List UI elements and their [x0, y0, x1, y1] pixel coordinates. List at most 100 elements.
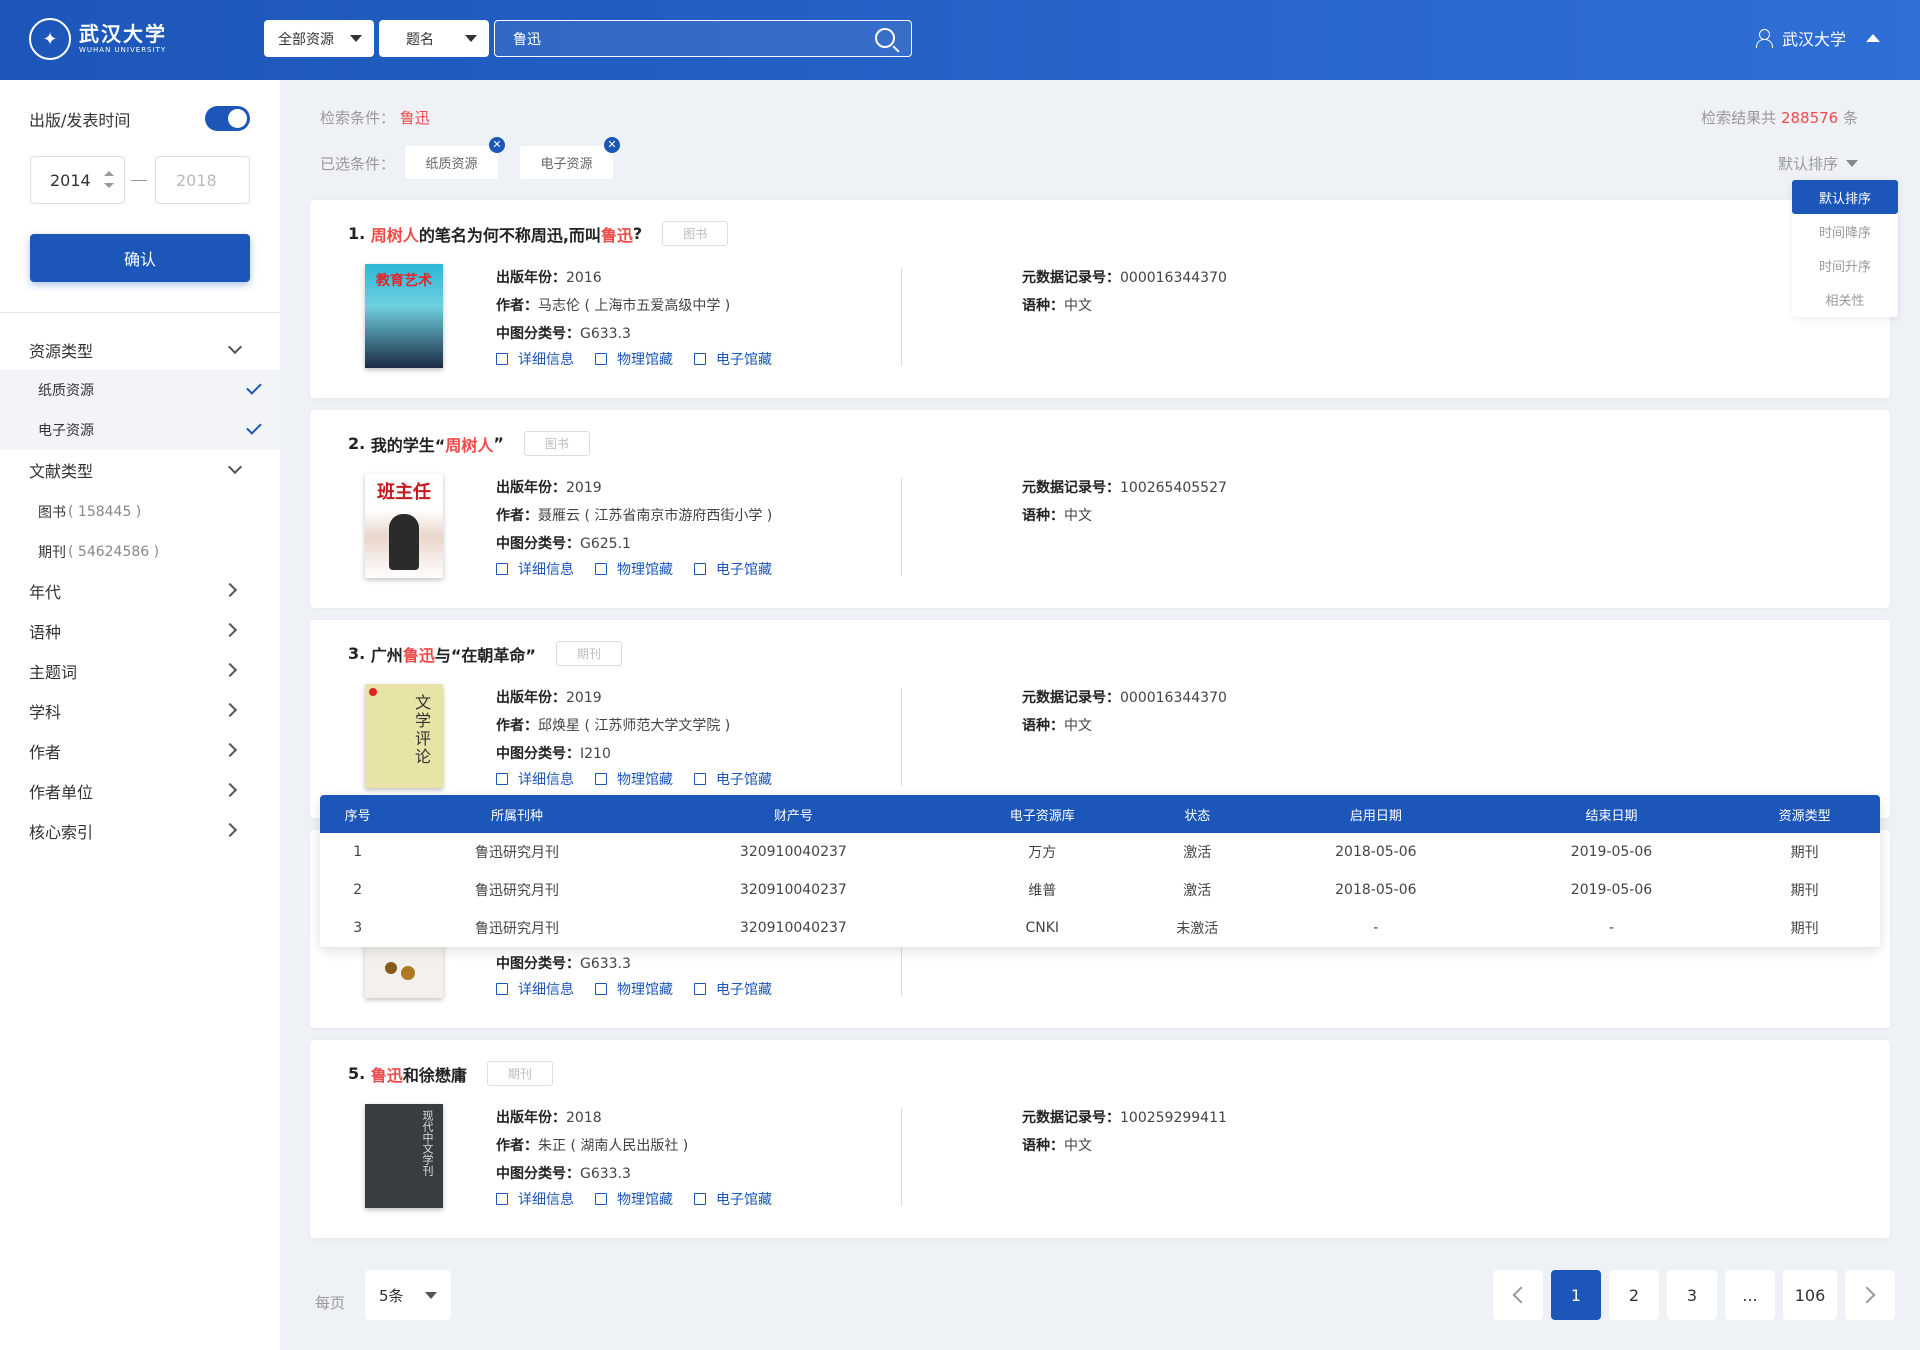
- facet-item-paper[interactable]: 纸质资源: [0, 370, 280, 410]
- clc-value: G633.3: [580, 1166, 631, 1182]
- result-card: 5. 鲁迅 和徐懋庸 期刊 现代中文学刊 出版年份：2018 作者：朱正 ( 湖南…: [310, 1040, 1890, 1238]
- electronic-holdings-link[interactable]: 电子馆藏: [694, 769, 772, 789]
- university-logo[interactable]: ✦ 武汉大学 WUHAN UNIVERSITY: [29, 18, 167, 60]
- facet-item-book[interactable]: 图书 ( 158445 ): [0, 492, 280, 532]
- facet-item-journal[interactable]: 期刊 ( 54624586 ): [0, 532, 280, 572]
- book-cover[interactable]: 文学评论: [365, 684, 443, 788]
- prev-page-button[interactable]: [1493, 1270, 1543, 1320]
- record-label: 元数据记录号：: [1022, 480, 1120, 496]
- holdings-popup: 序号 所属刊种 财产号 电子资源库 状态 启用日期 结束日期 资源类型 1 鲁迅…: [320, 795, 1880, 947]
- page-button[interactable]: 2: [1609, 1270, 1659, 1320]
- facet-language[interactable]: 语种: [0, 611, 280, 651]
- page-button[interactable]: 106: [1783, 1270, 1837, 1320]
- year-to-input[interactable]: 2018: [155, 156, 250, 204]
- document-icon: [496, 773, 508, 785]
- user-menu[interactable]: 武汉大学: [1755, 26, 1880, 50]
- table-row[interactable]: 2 鲁迅研究月刊 320910040237 维普 激活 2018-05-06 2…: [320, 871, 1880, 909]
- spinner-icon[interactable]: [104, 169, 114, 193]
- sort-option-relevance[interactable]: 相关性: [1792, 282, 1898, 316]
- physical-holdings-link[interactable]: 物理馆藏: [595, 769, 673, 789]
- facet-core-index[interactable]: 核心索引: [0, 811, 280, 851]
- sort-option-time-asc[interactable]: 时间升序: [1792, 248, 1898, 282]
- logo-title: 武汉大学: [79, 22, 167, 47]
- facet-label: 资源类型: [29, 342, 94, 361]
- close-icon[interactable]: ✕: [489, 137, 505, 153]
- selected-label: 已选条件：: [320, 155, 396, 173]
- year-from-input[interactable]: 2014: [30, 156, 125, 204]
- result-number: 5.: [348, 1064, 366, 1083]
- detail-link[interactable]: 详细信息: [496, 559, 574, 579]
- close-icon[interactable]: ✕: [604, 137, 620, 153]
- detail-link[interactable]: 详细信息: [496, 769, 574, 789]
- facet-label: 主题词: [29, 663, 78, 682]
- chevron-down-icon: [227, 339, 243, 355]
- electronic-holdings-link[interactable]: 电子馆藏: [694, 979, 772, 999]
- search-input[interactable]: 鲁迅: [494, 20, 912, 57]
- sort-option-default[interactable]: 默认排序: [1792, 180, 1898, 214]
- detail-link[interactable]: 详细信息: [496, 979, 574, 999]
- electronic-holdings-link[interactable]: 电子馆藏: [694, 559, 772, 579]
- scope-select[interactable]: 全部资源: [264, 20, 374, 57]
- clc-label: 中图分类号：: [496, 1166, 580, 1182]
- per-page-select[interactable]: 5条: [365, 1270, 451, 1320]
- page-button[interactable]: 3: [1667, 1270, 1717, 1320]
- next-page-button[interactable]: [1845, 1270, 1895, 1320]
- table-cell: -: [1608, 920, 1614, 936]
- lang-label: 语种：: [1022, 298, 1064, 314]
- facet-discipline[interactable]: 学科: [0, 691, 280, 731]
- table-row[interactable]: 1 鲁迅研究月刊 320910040237 万方 激活 2018-05-06 2…: [320, 833, 1880, 871]
- facet-affiliation[interactable]: 作者单位: [0, 771, 280, 811]
- search-icon[interactable]: [875, 28, 895, 48]
- search-criteria: 检索条件： 鲁迅: [320, 107, 430, 128]
- total-count: 288576: [1780, 109, 1839, 127]
- date-filter-toggle[interactable]: [205, 106, 250, 131]
- sort-dropdown[interactable]: 默认排序: [1778, 153, 1858, 174]
- title-text: 与“在朝革命”: [434, 645, 536, 665]
- table-cell: 3: [353, 920, 363, 936]
- chevron-right-icon: [222, 622, 238, 638]
- table-row[interactable]: 3 鲁迅研究月刊 320910040237 CNKI 未激活 - - 期刊: [320, 909, 1880, 947]
- page-ellipsis[interactable]: ...: [1725, 1270, 1775, 1320]
- column-header: 序号: [320, 795, 396, 833]
- physical-holdings-link[interactable]: 物理馆藏: [595, 559, 673, 579]
- confirm-button[interactable]: 确认: [30, 234, 250, 282]
- electronic-holdings-link[interactable]: 电子馆藏: [694, 349, 772, 369]
- facet-label: 学科: [29, 703, 62, 722]
- result-title[interactable]: 2. 我的学生“ 周树人” 图书: [348, 431, 590, 456]
- facet-doc-type[interactable]: 文献类型: [0, 450, 280, 490]
- detail-link[interactable]: 详细信息: [496, 1189, 574, 1209]
- table-cell: 未激活: [1176, 921, 1219, 937]
- per-page-value: 5条: [379, 1286, 404, 1305]
- table-cell: 2: [353, 882, 363, 898]
- book-cover[interactable]: 教育艺术: [365, 264, 443, 368]
- facet-era[interactable]: 年代: [0, 571, 280, 611]
- facet-author[interactable]: 作者: [0, 731, 280, 771]
- result-card: 3. 广州 鲁迅 与“在朝革命” 期刊 文学评论 出版年份：2019 作者：邱焕星 …: [310, 620, 1890, 818]
- physical-holdings-link[interactable]: 物理馆藏: [595, 349, 673, 369]
- year-value: 2019: [566, 690, 602, 706]
- caret-up-icon[interactable]: [1866, 34, 1880, 42]
- field-select[interactable]: 题名: [379, 20, 489, 57]
- chevron-right-icon: [222, 782, 238, 798]
- physical-holdings-link[interactable]: 物理馆藏: [595, 979, 673, 999]
- result-title[interactable]: 1. 周树人 的笔名为何不称周迅,而叫 鲁迅? 图书: [348, 221, 729, 246]
- facet-item-electronic[interactable]: 电子资源: [0, 410, 280, 450]
- physical-holdings-link[interactable]: 物理馆藏: [595, 1189, 673, 1209]
- facet-subject-term[interactable]: 主题词: [0, 651, 280, 691]
- book-cover[interactable]: 现代中文学刊: [365, 1104, 443, 1208]
- electronic-holdings-link[interactable]: 电子馆藏: [694, 1189, 772, 1209]
- year-to-value: 2018: [176, 170, 217, 190]
- column-header: 财产号: [638, 795, 949, 833]
- clc-label: 中图分类号：: [496, 956, 580, 972]
- facet-resource-type[interactable]: 资源类型: [0, 330, 280, 370]
- book-cover[interactable]: 班主任: [365, 474, 443, 578]
- sort-option-time-desc[interactable]: 时间降序: [1792, 214, 1898, 248]
- record-value: 100265405527: [1120, 480, 1227, 496]
- author-value: 聂雁云 ( 江苏省南京市游府西街小学 ): [538, 508, 773, 524]
- result-title[interactable]: 3. 广州 鲁迅 与“在朝革命” 期刊: [348, 641, 622, 666]
- search-value: 鲁迅: [513, 31, 541, 48]
- result-title[interactable]: 5. 鲁迅 和徐懋庸 期刊: [348, 1061, 553, 1086]
- cover-title: 班主任: [377, 482, 431, 503]
- page-button[interactable]: 1: [1551, 1270, 1601, 1320]
- detail-link[interactable]: 详细信息: [496, 349, 574, 369]
